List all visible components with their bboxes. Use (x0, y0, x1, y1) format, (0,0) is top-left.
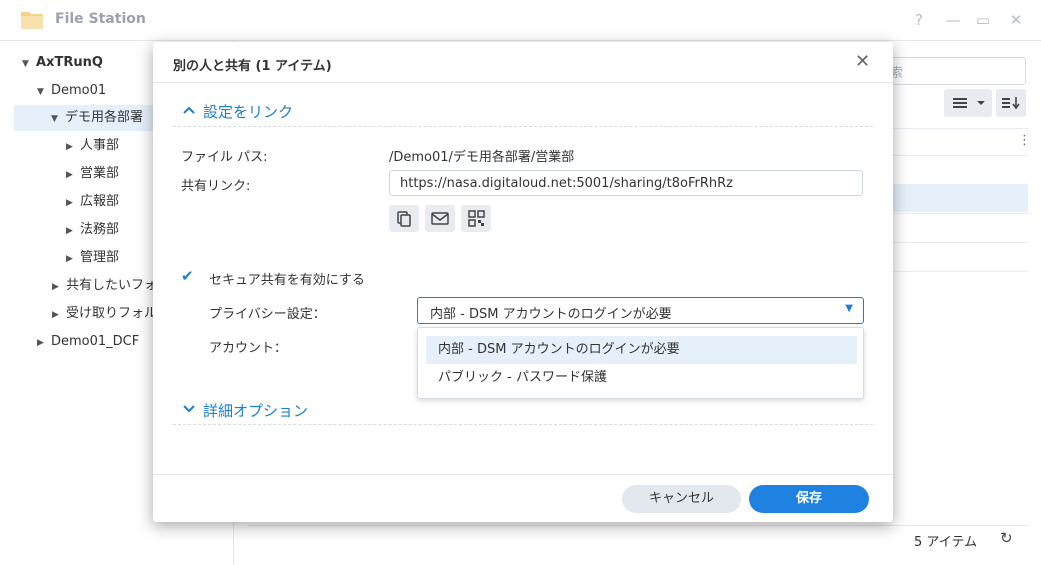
dialog-title: 別の人と共有 (1 アイテム) (173, 59, 332, 74)
minimize-button[interactable]: — (942, 9, 964, 31)
refresh-icon[interactable]: ↻ (1000, 529, 1013, 547)
account-label: アカウント： (209, 341, 288, 356)
tree-item-label: 法務部 (80, 222, 120, 237)
share-dialog: 別の人と共有 (1 アイテム) ✕ 設定をリンク ファイル パス: /Demo0… (153, 42, 893, 522)
sort-icon (1002, 97, 1020, 110)
link-settings-section-toggle[interactable]: 設定をリンク (181, 101, 293, 122)
expand-arrow-icon[interactable]: ▶ (52, 274, 66, 300)
expand-arrow-icon[interactable]: ▶ (66, 134, 80, 160)
copy-link-button[interactable] (389, 205, 419, 232)
expand-arrow-icon[interactable]: ▼ (22, 51, 36, 77)
tree-item-receive-folder[interactable]: ▶ 受け取りフォル (52, 301, 157, 327)
privacy-setting-label: プライバシー設定： (209, 307, 326, 322)
tree-item-admin[interactable]: ▶ 管理部 (66, 245, 119, 271)
tree-item-label: 管理部 (80, 250, 120, 265)
expand-arrow-icon[interactable]: ▶ (66, 246, 80, 272)
section-label: 詳細オプション (203, 402, 309, 420)
tree-item-hr[interactable]: ▶ 人事部 (66, 133, 119, 159)
help-button[interactable]: ? (908, 9, 930, 31)
file-station-window: File Station ? — ▭ ✕ ▼ AxTRunQ ▼ Demo01 ▼ デ… (0, 0, 1041, 565)
dialog-header-divider (153, 82, 893, 83)
tree-item-legal[interactable]: ▶ 法務部 (66, 217, 119, 243)
tree-item-shared-folder[interactable]: ▶ 共有したいフォ (52, 273, 157, 299)
tree-item-label: 広報部 (80, 194, 120, 209)
list-view-icon (953, 98, 985, 108)
tree-item-demo01-dcf[interactable]: ▶ Demo01_DCF (37, 329, 139, 355)
privacy-selected-value: 内部 - DSM アカウントのログインが必要 (430, 307, 672, 322)
privacy-setting-select[interactable]: 内部 - DSM アカウントのログインが必要 ▼ (417, 297, 864, 324)
share-link-field[interactable]: https://nasa.digitaloud.net:5001/sharing… (389, 170, 863, 196)
tree-item-pr[interactable]: ▶ 広報部 (66, 189, 119, 215)
section-divider (173, 126, 873, 127)
tree-item-label: Demo01_DCF (51, 334, 140, 349)
section-label: 設定をリンク (203, 103, 294, 121)
expand-arrow-icon[interactable]: ▶ (52, 302, 66, 328)
save-button[interactable]: 保存 (749, 485, 869, 513)
view-mode-button[interactable] (944, 89, 992, 117)
file-path-value: /Demo01/デモ用各部署/営業部 (389, 150, 575, 165)
app-title: File Station (55, 11, 146, 27)
expand-arrow-icon[interactable]: ▶ (37, 330, 51, 356)
close-icon[interactable]: ✕ (855, 51, 870, 72)
tree-item-label: Demo01 (51, 83, 107, 98)
tree-item-label: 営業部 (80, 166, 120, 181)
folder-icon (21, 12, 43, 29)
tree-item-label: AxTRunQ (36, 55, 103, 70)
file-path-label: ファイル パス: (181, 150, 268, 165)
secure-share-checkbox[interactable]: ✔ (181, 268, 197, 284)
dialog-footer-divider (153, 474, 893, 475)
privacy-option-public[interactable]: パブリック - パスワード保護 (426, 364, 857, 392)
privacy-option-internal[interactable]: 内部 - DSM アカウントのログインが必要 (426, 336, 857, 364)
close-window-button[interactable]: ✕ (1005, 9, 1027, 31)
expand-arrow-icon[interactable]: ▼ (37, 79, 51, 105)
tree-item-label: 共有したいフォ (66, 278, 158, 293)
mail-icon (431, 212, 449, 225)
tree-item-label: デモ用各部署 (65, 110, 144, 125)
advanced-options-section-toggle[interactable]: 詳細オプション (181, 400, 308, 421)
sort-button[interactable] (996, 89, 1026, 117)
chevron-down-icon (183, 405, 195, 413)
privacy-options-dropdown: 内部 - DSM アカウントのログインが必要 パブリック - パスワード保護 (417, 327, 864, 399)
tree-item-label: 受け取りフォル (66, 306, 158, 321)
share-link-label: 共有リンク: (181, 179, 251, 194)
qr-code-icon (468, 210, 485, 227)
expand-arrow-icon[interactable]: ▼ (51, 106, 65, 132)
cancel-button[interactable]: キャンセル (622, 485, 741, 513)
maximize-button[interactable]: ▭ (972, 9, 994, 31)
copy-icon (397, 211, 411, 227)
item-count: 5 アイテム (914, 535, 978, 550)
tree-item-sales[interactable]: ▶ 営業部 (66, 161, 119, 187)
secure-share-label: セキュア共有を有効にする (209, 273, 365, 288)
caret-down-icon: ▼ (845, 303, 853, 314)
expand-arrow-icon[interactable]: ▶ (66, 190, 80, 216)
expand-arrow-icon[interactable]: ▶ (66, 162, 80, 188)
tree-item-label: 人事部 (80, 138, 120, 153)
tree-item-axtrunq[interactable]: ▼ AxTRunQ (22, 50, 103, 76)
footer-divider (248, 525, 1028, 526)
qr-code-button[interactable] (461, 205, 491, 232)
email-link-button[interactable] (425, 205, 455, 232)
more-columns-icon[interactable]: ⋮ (1018, 133, 1031, 148)
chevron-up-icon (183, 106, 195, 114)
title-bar: File Station ? — ▭ ✕ (0, 0, 1041, 41)
section-divider (173, 424, 873, 425)
expand-arrow-icon[interactable]: ▶ (66, 218, 80, 244)
tree-item-demo01[interactable]: ▼ Demo01 (37, 78, 106, 104)
